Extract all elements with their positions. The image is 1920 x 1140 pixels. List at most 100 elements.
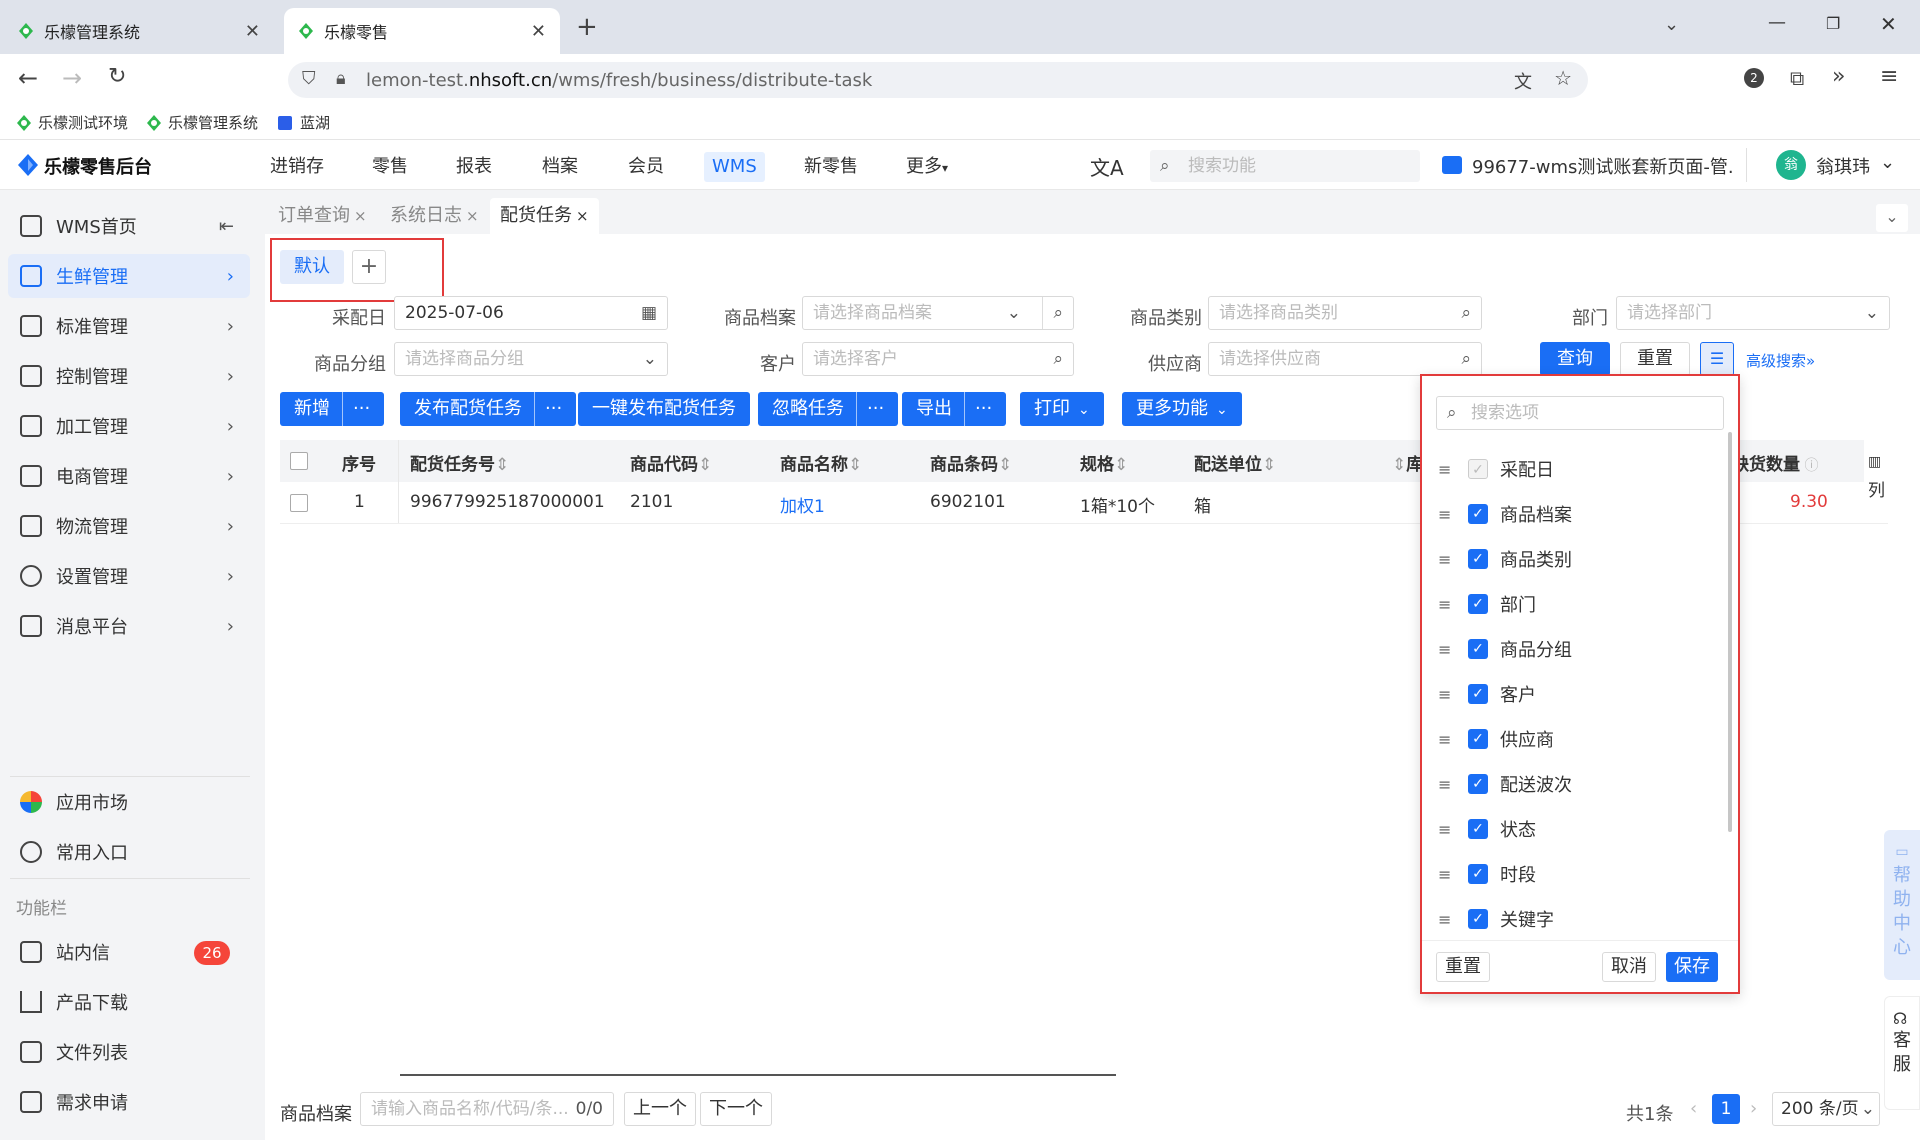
more-options-icon[interactable]: ···	[856, 392, 884, 426]
drag-handle-icon[interactable]: ≡	[1438, 685, 1468, 704]
option-item[interactable]: ≡ ✓ 商品分组	[1438, 634, 1572, 664]
col-spec[interactable]: 规格⇕	[1080, 450, 1128, 475]
option-item[interactable]: ≡ ✓ 状态	[1438, 814, 1536, 844]
col-code[interactable]: 商品代码⇕	[630, 450, 712, 475]
drag-handle-icon[interactable]: ≡	[1438, 550, 1468, 569]
checkbox-checked[interactable]: ✓	[1468, 504, 1488, 524]
col-name[interactable]: 商品名称⇕	[780, 450, 862, 475]
sidebar-item-wms-home[interactable]: WMS首页 ⇤	[8, 204, 250, 248]
close-tab-icon[interactable]: ✕	[531, 21, 546, 42]
option-item[interactable]: ≡ ✓ 关键字	[1438, 904, 1554, 934]
sidebar-item-settings[interactable]: 设置管理 ›	[8, 554, 250, 598]
publish-button[interactable]: 发布配货任务 ···	[400, 392, 577, 426]
close-tab-icon[interactable]: ✕	[245, 21, 260, 42]
option-item[interactable]: ≡ ✓ 客户	[1438, 679, 1536, 709]
bookmark-item[interactable]: 蓝湖	[278, 112, 330, 133]
drag-handle-icon[interactable]: ≡	[1438, 505, 1468, 524]
drag-handle-icon[interactable]: ≡	[1438, 910, 1468, 929]
option-item[interactable]: ≡ ✓ 时段	[1438, 859, 1536, 889]
checkbox-checked[interactable]: ✓	[1468, 549, 1488, 569]
drag-handle-icon[interactable]: ≡	[1438, 640, 1468, 659]
export-button[interactable]: 导出 ···	[902, 392, 1007, 426]
close-window-icon[interactable]: ✕	[1880, 12, 1897, 36]
browser-tab-active[interactable]: 乐檬零售 ✕	[284, 8, 560, 54]
drag-handle-icon[interactable]: ≡	[1438, 820, 1468, 839]
filter-settings-icon[interactable]: ☰	[1700, 342, 1734, 376]
sidebar-item-processing[interactable]: 加工管理 ›	[8, 404, 250, 448]
collapse-sidebar-icon[interactable]: ⇤	[219, 216, 234, 237]
language-icon[interactable]: 文A	[1090, 152, 1124, 181]
option-item[interactable]: ≡ ✓ 供应商	[1438, 724, 1554, 754]
customer-service-tab[interactable]: ☊ 客服	[1884, 996, 1920, 1110]
scrollbar[interactable]	[1728, 432, 1732, 832]
row-checkbox[interactable]	[290, 494, 308, 512]
col-task-no[interactable]: 配货任务号⇕	[410, 450, 509, 475]
search-icon[interactable]: ⌕	[1042, 297, 1063, 329]
sidebar-item-ecommerce[interactable]: 电商管理 ›	[8, 454, 250, 498]
nav-member[interactable]: 会员	[620, 152, 672, 182]
option-item[interactable]: ≡ ✓ 商品类别	[1438, 544, 1572, 574]
checkbox-checked[interactable]: ✓	[1468, 819, 1488, 839]
customer-select[interactable]: 请选择客户 ⌕	[802, 342, 1074, 376]
avatar[interactable]: 翁	[1776, 150, 1806, 180]
close-icon[interactable]: ×	[466, 207, 479, 225]
bookmark-item[interactable]: 乐檬管理系统	[146, 112, 258, 133]
extensions-icon[interactable]: ⧉	[1790, 66, 1804, 90]
function-search-input[interactable]: ⌕ 搜索功能	[1150, 150, 1420, 182]
more-options-icon[interactable]: ···	[534, 392, 562, 426]
sidebar-item-inbox[interactable]: 站内信 26	[8, 930, 250, 974]
help-center-tab[interactable]: ▭ 帮助中心	[1884, 830, 1920, 980]
bookmark-star-icon[interactable]: ☆	[1554, 66, 1572, 90]
close-icon[interactable]: ×	[354, 207, 367, 225]
user-name[interactable]: 翁琪玮	[1816, 153, 1870, 179]
option-item[interactable]: ≡ ✓ 部门	[1438, 589, 1536, 619]
drag-handle-icon[interactable]: ≡	[1438, 460, 1468, 479]
profile-badge[interactable]: 2	[1744, 68, 1764, 88]
new-tab-button[interactable]: +	[576, 12, 598, 42]
drag-handle-icon[interactable]: ≡	[1438, 775, 1468, 794]
sidebar-item-fresh[interactable]: 生鲜管理 ›	[8, 254, 250, 298]
checkbox-checked[interactable]: ✓	[1468, 864, 1488, 884]
menu-icon[interactable]: ≡	[1880, 64, 1898, 89]
checkbox-checked[interactable]: ✓	[1468, 594, 1488, 614]
advanced-search-link[interactable]: 高级搜索»	[1746, 350, 1815, 371]
columns-icon[interactable]: ▥	[1868, 454, 1881, 470]
sidebar-item-app-market[interactable]: 应用市场	[8, 780, 250, 824]
add-button[interactable]: 新增 ···	[280, 392, 385, 426]
col-unit[interactable]: 配送单位⇕	[1194, 450, 1276, 475]
scheme-default-tab[interactable]: 默认	[280, 250, 344, 284]
nav-jxc[interactable]: 进销存	[262, 152, 332, 182]
nav-retail[interactable]: 零售	[364, 152, 416, 182]
back-icon[interactable]: ←	[18, 64, 38, 92]
tab-search-icon[interactable]: ⌄	[1664, 14, 1679, 35]
site-info-icon[interactable]: ⛉	[302, 68, 316, 89]
drag-handle-icon[interactable]: ≡	[1438, 865, 1468, 884]
close-icon[interactable]: ×	[576, 207, 589, 225]
page-size-select[interactable]: 200 条/页 ⌄	[1772, 1092, 1880, 1126]
checkbox-checked[interactable]: ✓	[1468, 684, 1488, 704]
sidebar-item-message[interactable]: 消息平台 ›	[8, 604, 250, 648]
horizontal-scrollbar[interactable]	[400, 1074, 1116, 1076]
option-item[interactable]: ≡ ✓ 采配日	[1438, 454, 1554, 484]
cell-name-link[interactable]: 加权1	[780, 492, 825, 517]
tabs-dropdown-icon[interactable]: ⌄	[1876, 204, 1908, 232]
sidebar-item-standard[interactable]: 标准管理 ›	[8, 304, 250, 348]
ignore-task-button[interactable]: 忽略任务 ···	[758, 392, 899, 426]
drag-handle-icon[interactable]: ≡	[1438, 730, 1468, 749]
category-select[interactable]: 请选择商品类别 ⌕	[1208, 296, 1482, 330]
reload-icon[interactable]: ↻	[108, 64, 126, 89]
chevron-down-icon[interactable]: ⌄	[1880, 152, 1895, 173]
account-name[interactable]: 99677-wms测试账套新页面-管...	[1472, 153, 1732, 179]
popover-reset-button[interactable]: 重置	[1436, 952, 1490, 982]
supplier-select[interactable]: 请选择供应商 ⌕	[1208, 342, 1482, 376]
forward-icon[interactable]: →	[62, 64, 82, 92]
print-button[interactable]: 打印 ⌄	[1020, 392, 1104, 426]
one-click-publish-button[interactable]: 一键发布配货任务	[578, 392, 750, 426]
nav-report[interactable]: 报表	[448, 152, 500, 182]
checkbox-checked[interactable]: ✓	[1468, 639, 1488, 659]
restore-icon[interactable]: ❐	[1826, 14, 1840, 33]
col-barcode[interactable]: 商品条码⇕	[930, 450, 1012, 475]
date-picker[interactable]: 2025-07-06 ▦	[394, 296, 668, 330]
popover-cancel-button[interactable]: 取消	[1602, 952, 1656, 982]
checkbox-checked[interactable]: ✓	[1468, 774, 1488, 794]
